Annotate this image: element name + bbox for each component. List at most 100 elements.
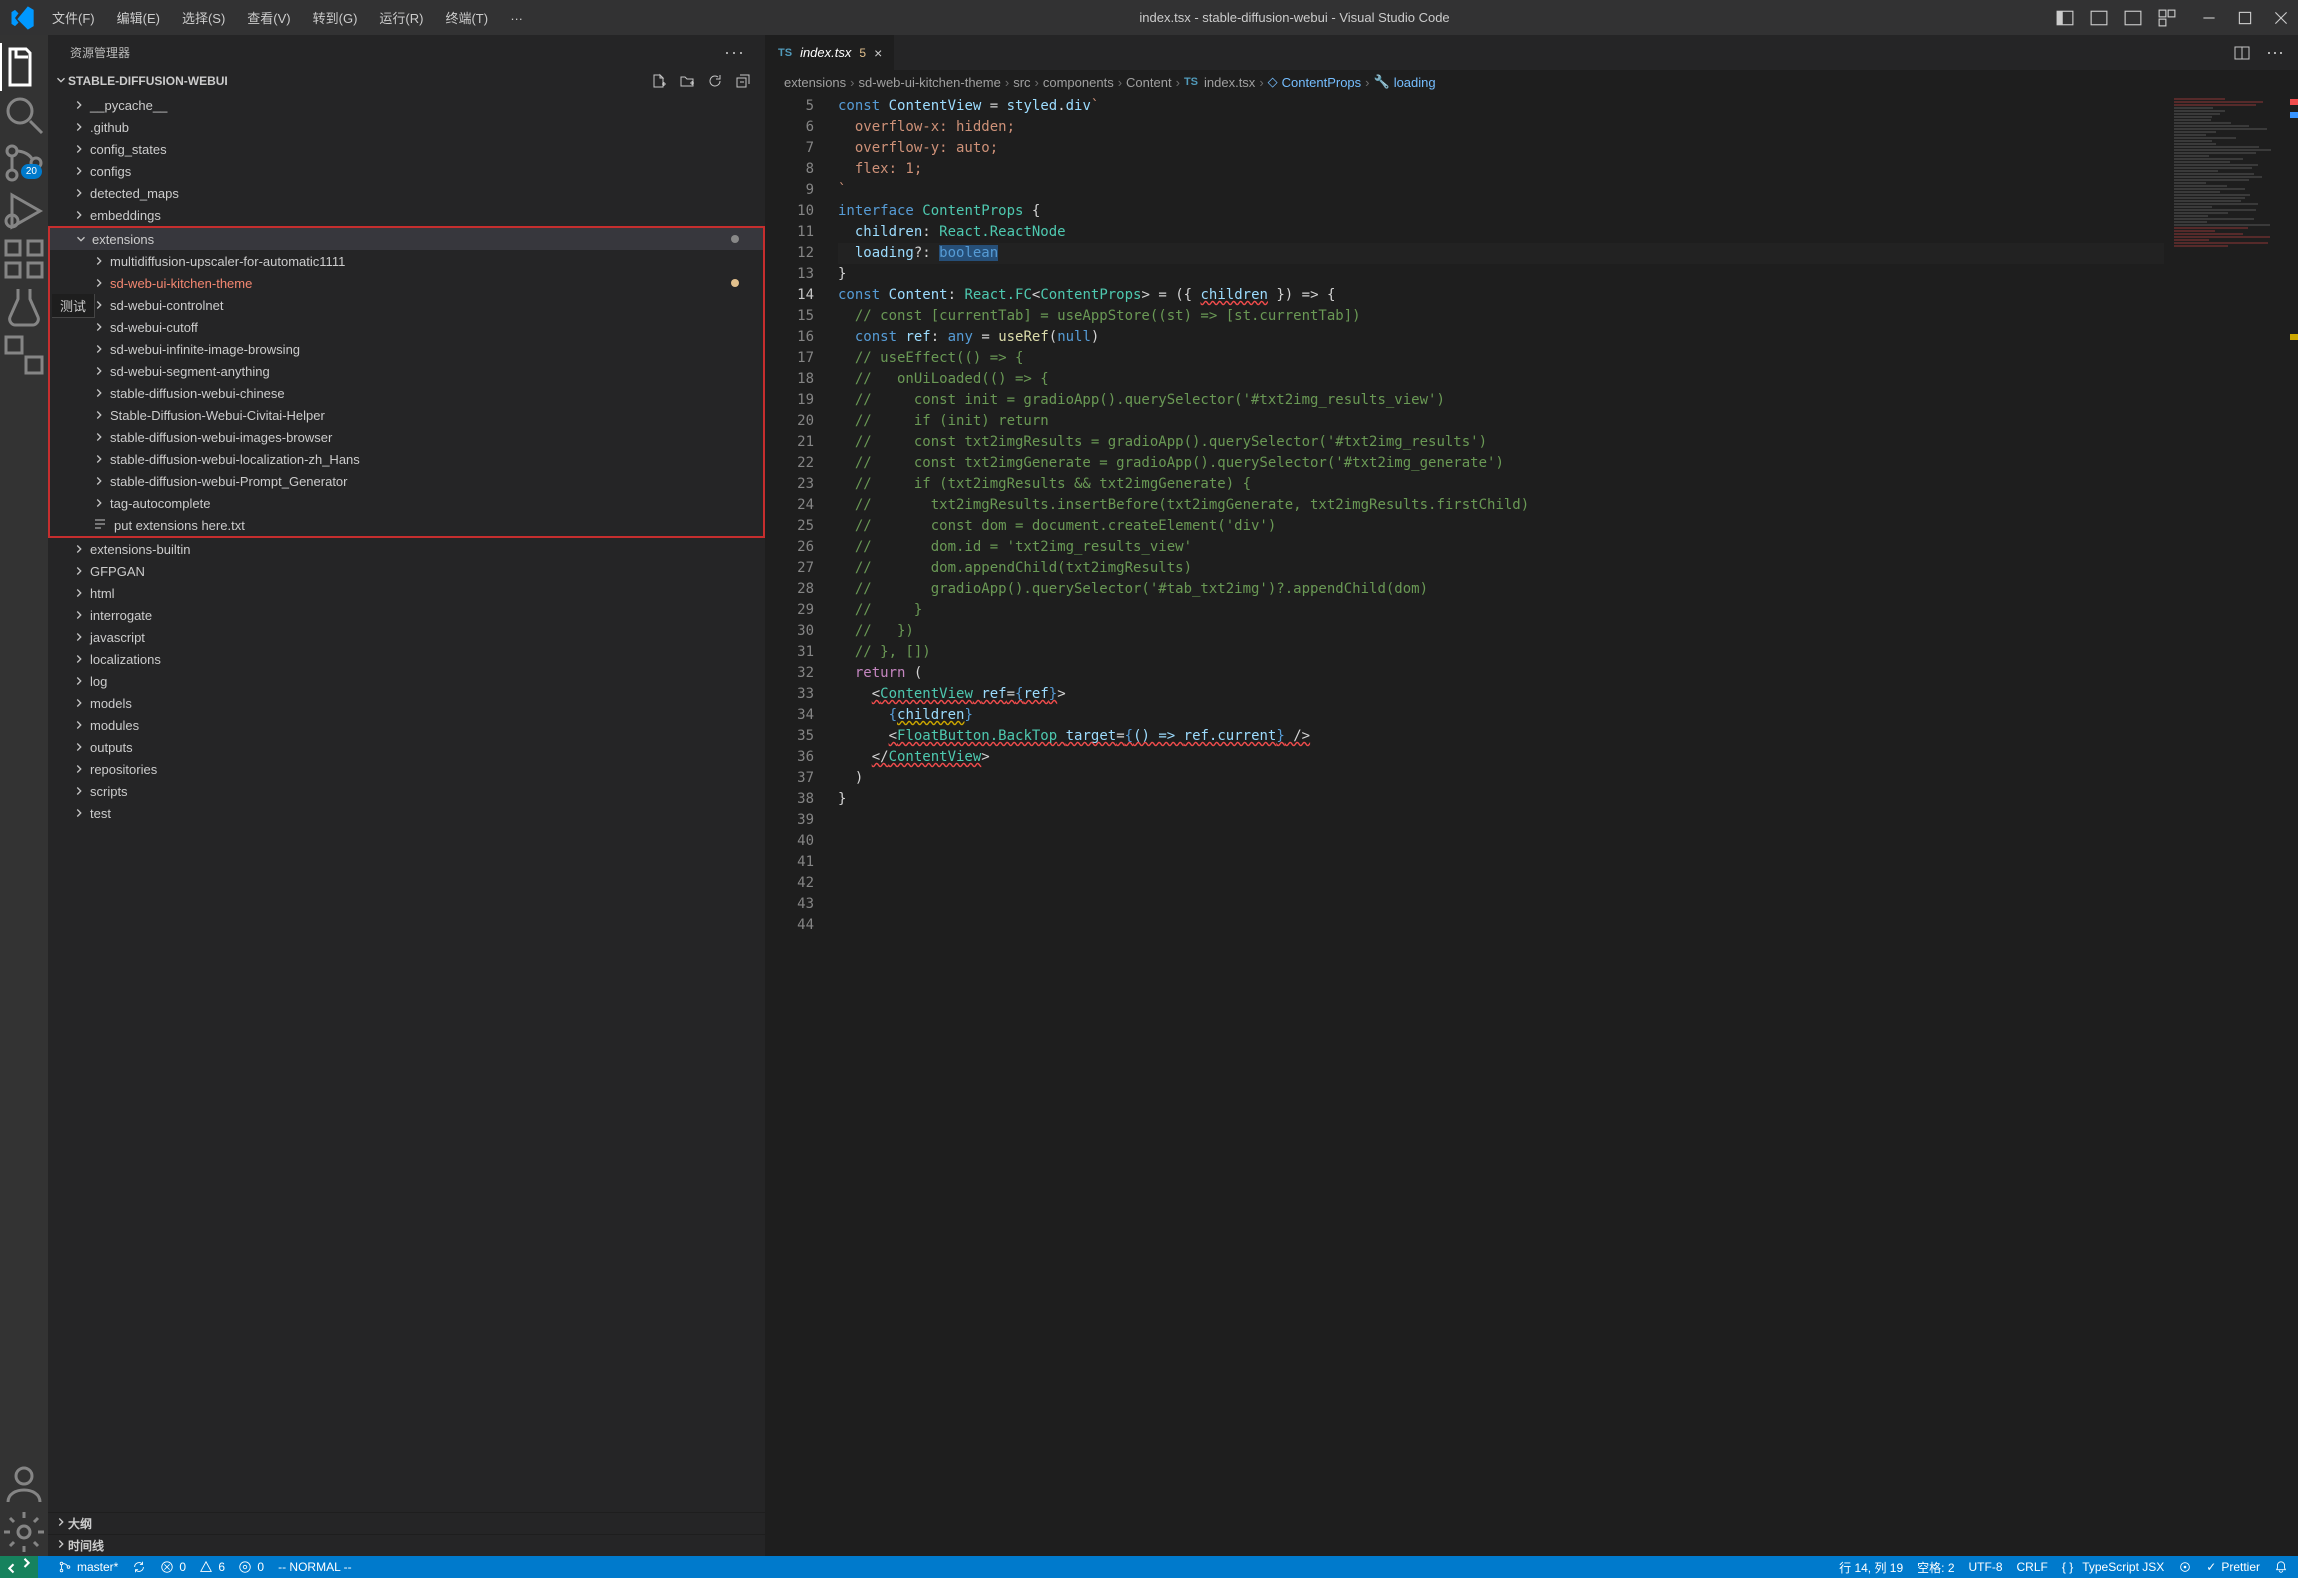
chevron-right-icon	[92, 254, 106, 268]
tree-folder[interactable]: repositories	[48, 758, 765, 780]
tree-folder[interactable]: javascript	[48, 626, 765, 648]
problems-count[interactable]: 0 6 0	[160, 1560, 264, 1574]
tree-folder[interactable]: sd-webui-segment-anything	[50, 360, 763, 382]
menu-terminal[interactable]: 终端(T)	[435, 4, 498, 31]
chevron-right-icon	[72, 164, 86, 178]
tree-folder[interactable]: sd-webui-infinite-image-browsing	[50, 338, 763, 360]
tree-folder-extensions[interactable]: extensions	[50, 228, 763, 250]
new-file-icon[interactable]	[651, 73, 667, 89]
close-icon[interactable]	[2272, 9, 2290, 27]
chevron-right-icon	[92, 386, 106, 400]
tree-folder[interactable]: config_states	[48, 138, 765, 160]
chevron-right-icon	[72, 806, 86, 820]
refresh-icon[interactable]	[707, 73, 723, 89]
outline-section[interactable]: 大纲	[48, 1512, 765, 1534]
tree-folder[interactable]: sd-webui-controlnet	[50, 294, 763, 316]
code-editor[interactable]: const ContentView = styled.div` overflow…	[838, 94, 2164, 1556]
overview-ruler[interactable]	[2284, 94, 2298, 1556]
menu-edit[interactable]: 编辑(E)	[107, 4, 170, 31]
tree-folder[interactable]: scripts	[48, 780, 765, 802]
tree-folder[interactable]: stable-diffusion-webui-Prompt_Generator	[50, 470, 763, 492]
chevron-right-icon	[54, 1537, 68, 1554]
go-to-line[interactable]	[2178, 1560, 2192, 1574]
toggle-panel-right-icon[interactable]	[2124, 9, 2142, 27]
chevron-right-icon	[92, 430, 106, 444]
editor-tab[interactable]: TS index.tsx 5 ×	[766, 35, 894, 70]
indentation[interactable]: 空格: 2	[1917, 1559, 1954, 1576]
cursor-position[interactable]: 行 14, 列 19	[1839, 1559, 1903, 1576]
maximize-icon[interactable]	[2236, 9, 2254, 27]
tree-folder[interactable]: stable-diffusion-webui-chinese	[50, 382, 763, 404]
tree-file[interactable]: put extensions here.txt	[50, 514, 763, 536]
encoding[interactable]: UTF-8	[1969, 1560, 2003, 1574]
explorer-root[interactable]: STABLE-DIFFUSION-WEBUI	[48, 70, 765, 92]
testing-activity-icon[interactable]	[0, 283, 48, 331]
modified-dot-icon	[731, 279, 739, 287]
tree-folder[interactable]: extensions-builtin	[48, 538, 765, 560]
menu-overflow-icon[interactable]: …	[500, 4, 533, 31]
eol[interactable]: CRLF	[2017, 1560, 2048, 1574]
vscode-logo-icon	[8, 4, 36, 32]
split-editor-icon[interactable]	[2234, 45, 2250, 61]
tree-folder[interactable]: test	[48, 802, 765, 824]
main-menu: 文件(F) 编辑(E) 选择(S) 查看(V) 转到(G) 运行(R) 终端(T…	[42, 4, 533, 31]
tree-folder-modified[interactable]: sd-web-ui-kitchen-theme	[50, 272, 763, 294]
tree-folder[interactable]: Stable-Diffusion-Webui-Civitai-Helper	[50, 404, 763, 426]
tree-folder[interactable]: GFPGAN	[48, 560, 765, 582]
tree-folder[interactable]: __pycache__	[48, 94, 765, 116]
debug-activity-icon[interactable]	[0, 187, 48, 235]
toggle-panel-bottom-icon[interactable]	[2090, 9, 2108, 27]
minimize-icon[interactable]	[2200, 9, 2218, 27]
hover-label: 测试	[52, 294, 95, 318]
menu-file[interactable]: 文件(F)	[42, 4, 105, 31]
tree-folder[interactable]: stable-diffusion-webui-images-browser	[50, 426, 763, 448]
tree-folder[interactable]: tag-autocomplete	[50, 492, 763, 514]
remote-indicator[interactable]	[0, 1556, 38, 1578]
account-icon[interactable]	[0, 1460, 48, 1508]
toggle-panel-left-icon[interactable]	[2056, 9, 2074, 27]
tree-folder[interactable]: embeddings	[48, 204, 765, 226]
timeline-section[interactable]: 时间线	[48, 1534, 765, 1556]
tab-more-icon[interactable]: ···	[2266, 42, 2284, 63]
activity-bar: 20	[0, 35, 48, 1556]
minimap[interactable]	[2164, 94, 2284, 1556]
menu-run[interactable]: 运行(R)	[369, 4, 433, 31]
symbol-interface-icon: ◇	[1268, 74, 1278, 90]
language-mode[interactable]: { }TypeScript JSX	[2062, 1560, 2164, 1574]
tree-folder[interactable]: modules	[48, 714, 765, 736]
tree-folder[interactable]: stable-diffusion-webui-localization-zh_H…	[50, 448, 763, 470]
menu-go[interactable]: 转到(G)	[303, 4, 368, 31]
tab-close-icon[interactable]: ×	[874, 45, 882, 61]
new-folder-icon[interactable]	[679, 73, 695, 89]
settings-gear-icon[interactable]	[0, 1508, 48, 1556]
extensions-activity-icon[interactable]	[0, 235, 48, 283]
text-file-icon	[92, 517, 108, 533]
references-activity-icon[interactable]	[0, 331, 48, 379]
prettier-status[interactable]: ✓Prettier	[2206, 1560, 2260, 1574]
tree-folder[interactable]: html	[48, 582, 765, 604]
ts-file-icon: TS	[1184, 76, 1198, 88]
tree-folder[interactable]: detected_maps	[48, 182, 765, 204]
customize-layout-icon[interactable]	[2158, 9, 2176, 27]
notifications-bell-icon[interactable]	[2274, 1560, 2288, 1574]
collapse-all-icon[interactable]	[735, 73, 751, 89]
tree-folder[interactable]: interrogate	[48, 604, 765, 626]
git-sync[interactable]	[132, 1560, 146, 1574]
tree-folder[interactable]: log	[48, 670, 765, 692]
tree-folder[interactable]: .github	[48, 116, 765, 138]
scm-activity-icon[interactable]: 20	[0, 139, 48, 187]
sidebar-more-icon[interactable]: ···	[724, 42, 745, 63]
tree-folder[interactable]: configs	[48, 160, 765, 182]
tree-folder[interactable]: models	[48, 692, 765, 714]
tree-folder[interactable]: localizations	[48, 648, 765, 670]
git-branch[interactable]: master*	[58, 1560, 118, 1574]
explorer-activity-icon[interactable]	[0, 43, 48, 91]
breadcrumbs[interactable]: extensions› sd-web-ui-kitchen-theme› src…	[766, 70, 2298, 94]
tree-folder[interactable]: sd-webui-cutoff	[50, 316, 763, 338]
chevron-right-icon	[72, 564, 86, 578]
menu-view[interactable]: 查看(V)	[237, 4, 300, 31]
search-activity-icon[interactable]	[0, 91, 48, 139]
tree-folder[interactable]: outputs	[48, 736, 765, 758]
menu-selection[interactable]: 选择(S)	[172, 4, 235, 31]
tree-folder[interactable]: multidiffusion-upscaler-for-automatic111…	[50, 250, 763, 272]
